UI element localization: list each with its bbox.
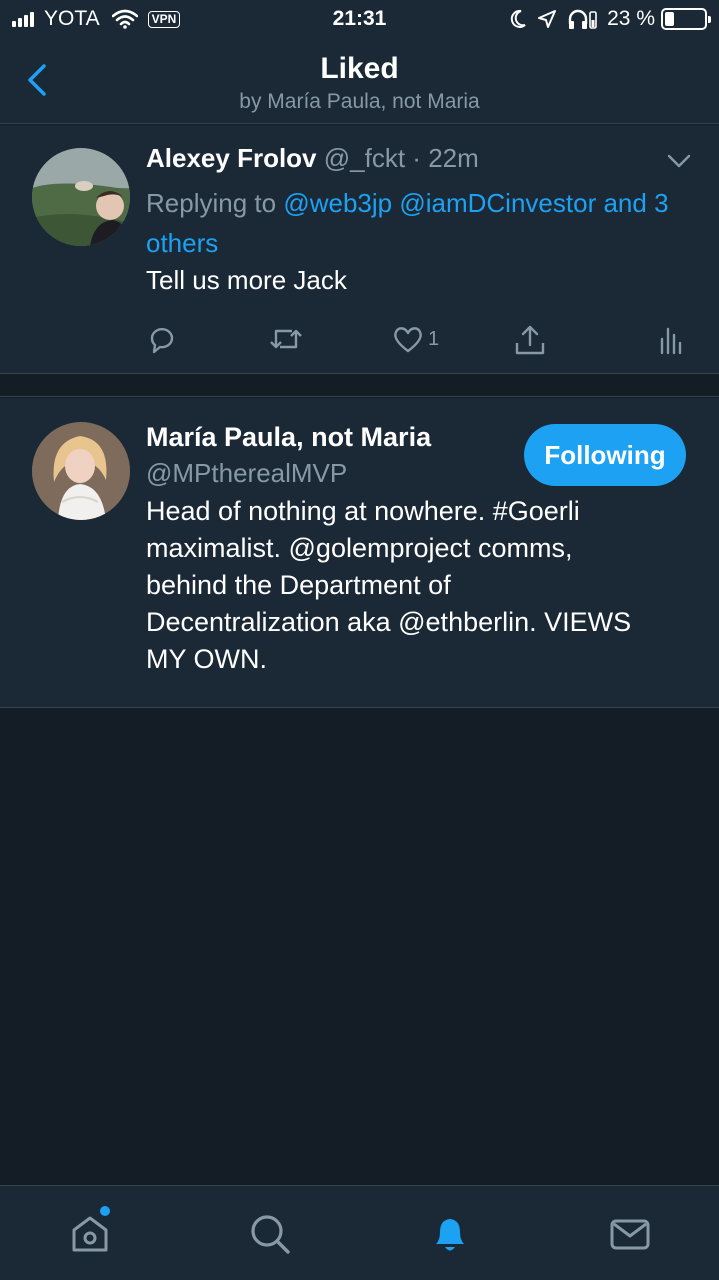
replying-to: Replying to @web3jp @iamDCinvestor and 3… <box>146 183 686 263</box>
dot-separator: · <box>412 143 421 173</box>
share-button[interactable] <box>513 323 547 357</box>
reply-button[interactable] <box>146 323 178 355</box>
like-icon <box>394 327 422 353</box>
tab-search[interactable] <box>246 1210 294 1258</box>
bio-line: Decentralization aka @ethberlin. VIEWS <box>146 607 632 637</box>
tweet-header: Alexey Frolov @_fckt · 22m <box>146 143 479 174</box>
like-button[interactable]: 1 <box>392 323 439 355</box>
nav-header: Liked by María Paula, not Maria <box>0 40 719 124</box>
analytics-icon <box>660 327 682 355</box>
home-icon <box>72 1216 108 1252</box>
moon-icon <box>510 9 526 28</box>
analytics-button[interactable] <box>658 323 684 355</box>
author-handle[interactable]: @_fckt <box>324 143 405 173</box>
status-right: 23 % <box>499 7 711 31</box>
like-count: 1 <box>428 327 440 350</box>
battery-percent: 23 % <box>607 7 655 30</box>
user-handle[interactable]: @MPtherealMVP <box>146 458 347 489</box>
page-subtitle: by María Paula, not Maria <box>239 90 480 113</box>
mention-link[interactable]: @web3jp <box>283 188 392 218</box>
page-title: Liked <box>320 52 399 85</box>
bio-line: behind the Department of <box>146 570 451 600</box>
bio-line: Head of nothing at nowhere. #Goerli <box>146 496 580 526</box>
following-button[interactable]: Following <box>524 424 686 486</box>
battery-icon <box>661 8 711 30</box>
avatar[interactable] <box>32 422 130 520</box>
tab-bar <box>0 1185 719 1280</box>
new-content-dot <box>100 1206 110 1216</box>
status-bar: YOTA VPN 21:31 23 % <box>0 0 719 40</box>
mention-link[interactable]: @iamDCinvestor <box>399 188 596 218</box>
chevron-down-icon[interactable] <box>667 153 691 169</box>
location-icon <box>538 10 557 28</box>
reply-icon <box>150 327 174 354</box>
tab-home[interactable] <box>66 1206 114 1258</box>
tweet-text: Tell us more Jack <box>146 265 347 295</box>
user-bio: Head of nothing at nowhere. #Goerli maxi… <box>146 493 686 678</box>
search-icon <box>251 1215 290 1254</box>
avatar[interactable] <box>32 148 130 246</box>
bio-line: maximalist. @golemproject comms, <box>146 533 573 563</box>
section-divider <box>0 375 719 397</box>
retweet-button[interactable] <box>268 323 304 355</box>
messages-icon <box>610 1219 650 1250</box>
user-card[interactable]: María Paula, not Maria @MPtherealMVP Fol… <box>0 398 719 708</box>
retweet-icon <box>270 329 302 349</box>
author-name[interactable]: Alexey Frolov <box>146 143 317 173</box>
tab-messages[interactable] <box>606 1210 654 1258</box>
headphones-icon <box>568 9 597 29</box>
tab-notifications[interactable] <box>426 1210 474 1258</box>
replying-to-label: Replying to <box>146 188 277 218</box>
battery-fill <box>665 12 674 26</box>
user-name[interactable]: María Paula, not Maria <box>146 422 431 453</box>
share-icon <box>515 325 545 355</box>
tweet-card[interactable]: Alexey Frolov @_fckt · 22m Replying to @… <box>0 125 719 374</box>
notifications-icon <box>436 1219 464 1251</box>
bio-line: MY OWN. <box>146 644 267 674</box>
tweet-time: 22m <box>428 143 479 173</box>
app-screen: YOTA VPN 21:31 23 % Liked by María Paula… <box>0 0 719 1280</box>
